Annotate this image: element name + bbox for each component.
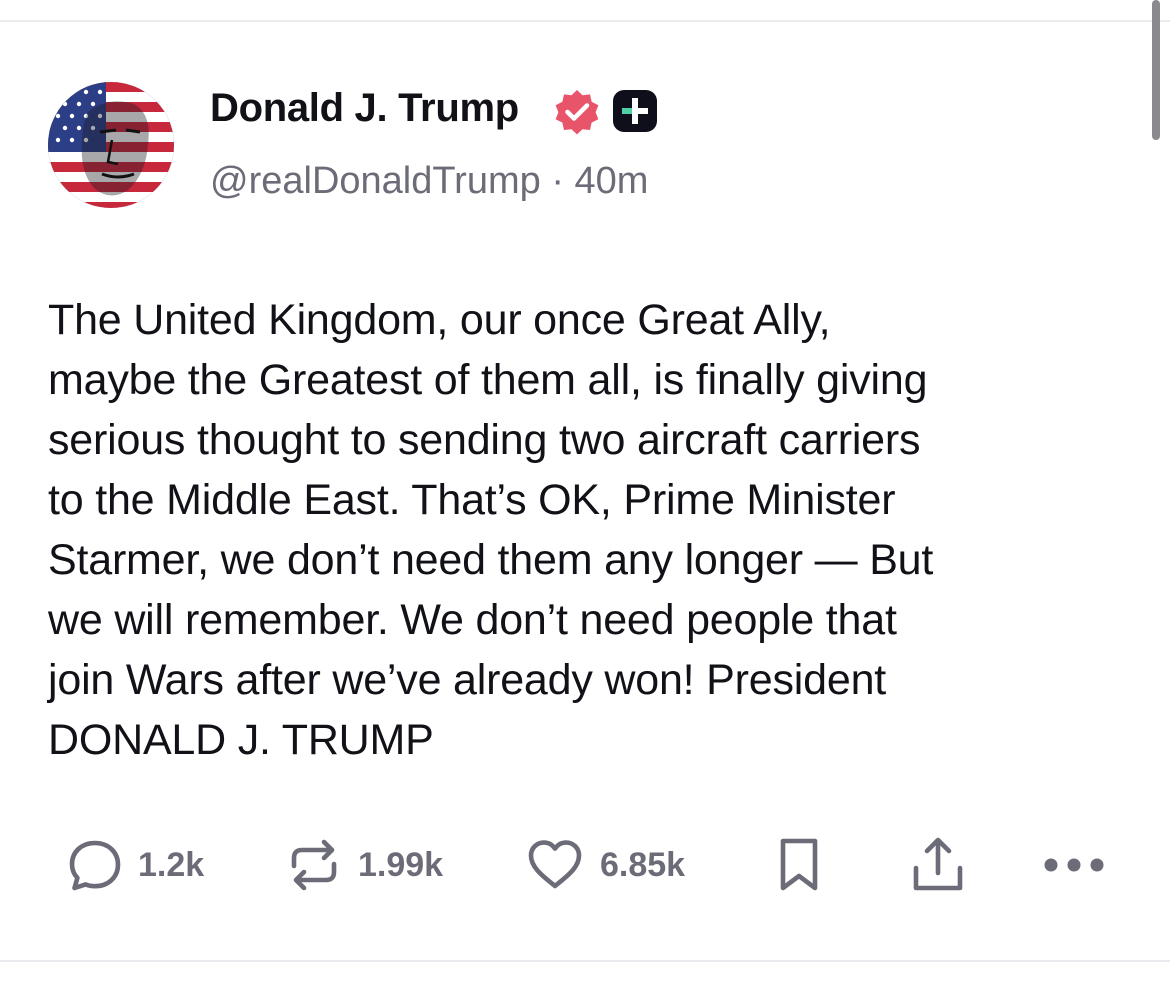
retruth-button[interactable]: 1.99k	[284, 835, 443, 895]
post-text-line: we will remember. We don’t need people t…	[48, 596, 897, 644]
like-count: 6.85k	[600, 845, 686, 884]
post-action-bar: 1.2k 1.99k 6.85k	[0, 835, 1170, 895]
post-text: The United Kingdom, our once Great Ally,…	[48, 290, 1128, 770]
post-text-line: Starmer, we don’t need them any longer —…	[48, 536, 934, 584]
author-handle[interactable]: @realDonaldTrump	[210, 160, 541, 202]
avatar[interactable]	[48, 82, 174, 208]
heart-icon	[524, 836, 586, 894]
top-divider	[0, 20, 1170, 22]
post-text-line: serious thought to sending two aircraft …	[48, 416, 921, 464]
handle-separator: ·	[551, 160, 564, 202]
post-text-line: maybe the Greatest of them all, is final…	[48, 356, 928, 404]
author-handle-row: @realDonaldTrump · 40m	[210, 160, 648, 203]
bookmark-button[interactable]	[774, 835, 824, 895]
repost-arrows-icon	[284, 836, 344, 894]
scroll-indicator[interactable]	[1152, 0, 1160, 140]
plus-subscriber-icon	[612, 89, 658, 133]
ellipsis-icon	[1042, 855, 1106, 875]
author-display-name[interactable]: Donald J. Trump	[210, 86, 519, 131]
bookmark-icon	[774, 835, 824, 895]
reply-button[interactable]: 1.2k	[66, 835, 204, 895]
bottom-divider	[0, 960, 1170, 962]
speech-bubble-icon	[66, 836, 124, 894]
post-text-line: join Wars after we’ve already won! Presi…	[48, 656, 887, 704]
post-timestamp[interactable]: 40m	[575, 160, 649, 202]
reply-count: 1.2k	[138, 845, 205, 884]
more-options-button[interactable]	[1042, 835, 1106, 895]
share-button[interactable]	[908, 835, 968, 895]
like-button[interactable]: 6.85k	[524, 835, 685, 895]
post-text-line: The United Kingdom, our once Great Ally,	[48, 296, 831, 344]
share-upload-icon	[908, 835, 968, 895]
post-text-line: to the Middle East. That’s OK, Prime Min…	[48, 476, 896, 524]
verified-badge-icon	[551, 86, 603, 138]
retruth-count: 1.99k	[358, 845, 444, 884]
post-text-line: DONALD J. TRUMP	[48, 716, 434, 764]
